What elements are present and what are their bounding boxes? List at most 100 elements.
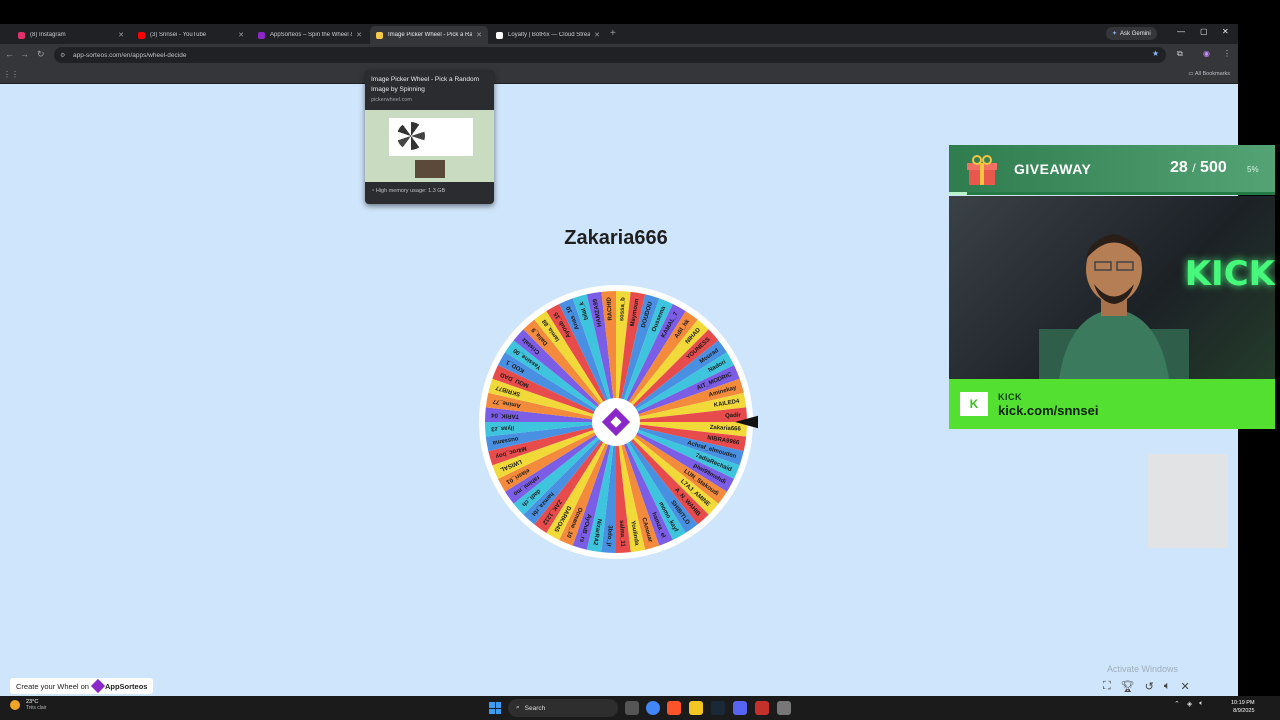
weather-widget[interactable]: 23°C Très clair bbox=[10, 699, 46, 711]
close-icon[interactable]: ✕ bbox=[1181, 680, 1190, 693]
hover-card-memory: ◔ High memory usage: 1.3 GB bbox=[371, 188, 445, 194]
giveaway-count: 28 / 500 bbox=[1170, 159, 1227, 177]
hover-card-domain: pickerwheel.com bbox=[371, 97, 412, 103]
obs-icon[interactable] bbox=[755, 701, 769, 715]
create-wheel-link[interactable]: Create your Wheel on AppSorteos bbox=[10, 678, 154, 694]
giveaway-title: GIVEAWAY bbox=[1014, 161, 1092, 177]
kick-label: KICK bbox=[998, 392, 1022, 402]
fullscreen-icon[interactable]: ⛶ bbox=[1103, 680, 1111, 693]
tab-label: (3) Snnsei - YouTube bbox=[150, 32, 207, 38]
new-tab-button[interactable]: + bbox=[610, 28, 616, 39]
brave-icon[interactable] bbox=[667, 701, 681, 715]
overlay-placeholder bbox=[1148, 454, 1228, 548]
close-icon[interactable]: ✕ bbox=[356, 31, 362, 39]
instagram-icon bbox=[18, 31, 25, 39]
giveaway-progress-fill bbox=[949, 192, 968, 195]
appsorteos-icon bbox=[258, 31, 265, 39]
clock-date: 8/9/2025 bbox=[1233, 708, 1255, 714]
tab-pickerwheel[interactable]: Image Picker Wheel - Pick a Ra ✕ bbox=[370, 26, 488, 44]
sound-icon[interactable]: 🔈︎ bbox=[1164, 680, 1171, 693]
tab-instagram[interactable]: (8) Instagram ✕ bbox=[12, 26, 130, 44]
neon-sign: KICK bbox=[1184, 254, 1275, 294]
forward-icon[interactable]: → bbox=[20, 49, 29, 59]
system-tray: ⌃ ◈ 🔈︎ bbox=[1174, 700, 1203, 708]
taskbar-clock[interactable]: 10:19 PM 8/9/2025 bbox=[1231, 699, 1255, 715]
close-icon[interactable]: ✕ bbox=[594, 31, 600, 39]
thumbnail-wheel bbox=[397, 122, 425, 150]
gemini-icon: ✦ bbox=[1112, 31, 1118, 37]
tab-appsorteos[interactable]: AppSorteos – Spin the Wheel & ✕ bbox=[252, 26, 368, 44]
spin-wheel[interactable]: Zakaria666NIBRA9966Achraf_elmouden7adiaR… bbox=[478, 280, 758, 564]
star-icon[interactable]: ★ bbox=[1152, 49, 1159, 58]
streamer-webcam: KICK bbox=[949, 196, 1275, 379]
app-icon[interactable] bbox=[777, 701, 791, 715]
tab-strip: (8) Instagram ✕ (3) Snnsei - YouTube ✕ A… bbox=[0, 24, 1238, 44]
network-icon[interactable]: ◈ bbox=[1187, 700, 1192, 708]
all-bookmarks-button[interactable]: ▭ All Bookmarks bbox=[1188, 71, 1230, 77]
youtube-icon bbox=[138, 31, 145, 39]
file-explorer-icon[interactable] bbox=[689, 701, 703, 715]
streamer-figure bbox=[1039, 234, 1189, 379]
weather-condition: Très clair bbox=[26, 705, 47, 711]
ask-gemini-label: Ask Gemini bbox=[1120, 30, 1151, 37]
address-bar[interactable]: ⚙ app-sorteos.com/en/apps/wheel-decide bbox=[54, 47, 1166, 63]
bookmarks-bar: ⋮⋮ ▭ All Bookmarks bbox=[0, 66, 1238, 84]
close-window-icon[interactable]: ✕ bbox=[1222, 27, 1229, 36]
minimize-icon[interactable]: — bbox=[1177, 27, 1185, 36]
tab-label: (8) Instagram bbox=[30, 32, 66, 38]
pickerwheel-icon bbox=[376, 31, 383, 39]
wheel-controls: ⛶ 🏆︎ ↺ 🔈︎ ✕ bbox=[1103, 680, 1190, 693]
close-icon[interactable]: ✕ bbox=[238, 31, 244, 39]
chrome-icon[interactable] bbox=[646, 701, 660, 715]
wheel-segment-label: Qadir bbox=[725, 413, 742, 420]
extensions-icon[interactable]: ⧉ bbox=[1177, 49, 1183, 59]
search-label: Search bbox=[524, 704, 546, 712]
tab-label: Image Picker Wheel - Pick a Ra bbox=[388, 32, 473, 38]
winner-name: Zakaria666 bbox=[564, 227, 668, 249]
trophy-icon[interactable]: 🏆︎ bbox=[1121, 680, 1135, 693]
wheel-segment-label: 3bdo_jr bbox=[605, 525, 612, 548]
steam-icon[interactable] bbox=[711, 701, 725, 715]
menu-icon[interactable]: ⋮ bbox=[1223, 49, 1231, 58]
chevron-up-icon[interactable]: ⌃ bbox=[1174, 700, 1180, 708]
tab-botrix[interactable]: Loyalty | BotRix — Cloud Stream ✕ bbox=[490, 26, 606, 44]
site-info-icon[interactable]: ⚙ bbox=[60, 52, 67, 59]
activate-windows-watermark: Activate Windows bbox=[1107, 664, 1179, 674]
close-icon[interactable]: ✕ bbox=[118, 31, 124, 39]
back-icon[interactable]: ← bbox=[5, 49, 14, 59]
profile-icon[interactable]: ◉ bbox=[1203, 49, 1210, 58]
search-icon: ⌕ bbox=[516, 704, 520, 711]
reload-icon[interactable]: ↻ bbox=[37, 49, 45, 60]
giveaway-overlay: GIVEAWAY 28 / 500 5% KICK K KICK kick.co… bbox=[949, 145, 1275, 429]
reset-icon[interactable]: ↺ bbox=[1145, 680, 1154, 693]
windows-taskbar: 23°C Très clair ⌕ Search ⌃ ◈ 🔈︎ 10:19 PM… bbox=[0, 696, 1280, 720]
weather-icon bbox=[10, 700, 20, 710]
ask-gemini-button[interactable]: ✦ Ask Gemini bbox=[1106, 27, 1157, 40]
maximize-icon[interactable]: ▢ bbox=[1200, 27, 1208, 36]
taskbar-search[interactable]: ⌕ Search bbox=[508, 699, 618, 717]
browser-toolbar: ← → ↻ ⚙ app-sorteos.com/en/apps/wheel-de… bbox=[0, 44, 1238, 66]
volume-icon[interactable]: 🔈︎ bbox=[1199, 700, 1203, 708]
tab-label: AppSorteos – Spin the Wheel & bbox=[270, 32, 353, 38]
tab-hover-card: Image Picker Wheel - Pick a Random Image… bbox=[365, 70, 494, 204]
tab-label: Loyalty | BotRix — Cloud Stream bbox=[508, 32, 591, 38]
url-text[interactable]: app-sorteos.com/en/apps/wheel-decide bbox=[73, 52, 186, 59]
kick-logo-icon: K bbox=[960, 392, 988, 416]
task-view-icon[interactable] bbox=[625, 701, 639, 715]
appsorteos-logo-icon bbox=[90, 678, 106, 694]
thumbnail-camera bbox=[415, 160, 445, 178]
giveaway-total: 500 bbox=[1200, 159, 1227, 176]
giveaway-separator: / bbox=[1192, 161, 1196, 175]
gift-icon bbox=[967, 155, 997, 185]
close-icon[interactable]: ✕ bbox=[476, 31, 482, 39]
discord-icon[interactable] bbox=[733, 701, 747, 715]
botrix-icon bbox=[496, 31, 503, 39]
giveaway-percent: 5% bbox=[1247, 165, 1259, 174]
all-bookmarks-label: All Bookmarks bbox=[1194, 71, 1230, 77]
tab-youtube[interactable]: (3) Snnsei - YouTube ✕ bbox=[132, 26, 250, 44]
apps-icon[interactable]: ⋮⋮ bbox=[3, 70, 19, 79]
kick-url: kick.com/snnsei bbox=[998, 403, 1099, 418]
kick-banner[interactable]: K KICK kick.com/snnsei bbox=[949, 379, 1275, 429]
giveaway-current: 28 bbox=[1170, 159, 1188, 176]
start-button[interactable] bbox=[489, 702, 501, 714]
